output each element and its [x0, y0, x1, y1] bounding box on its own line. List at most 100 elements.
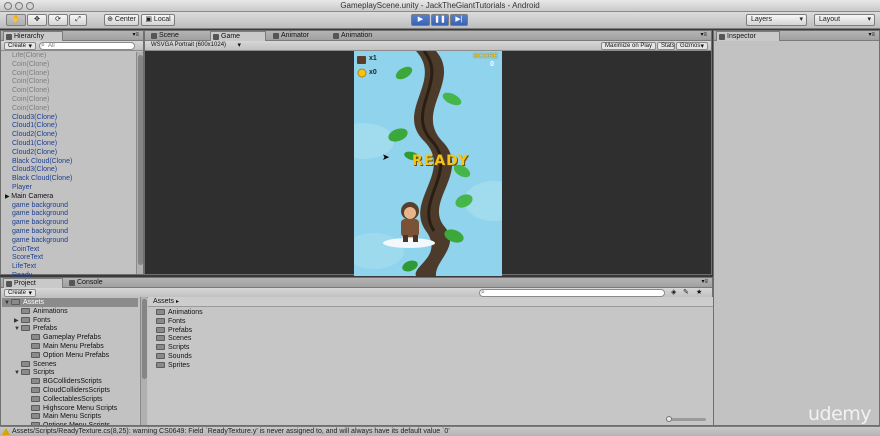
- hierarchy-item[interactable]: Coin(Clone): [1, 61, 137, 70]
- project-tree-scroll-thumb[interactable]: [142, 299, 147, 379]
- panel-menu-icon[interactable]: ▾≡: [701, 278, 708, 285]
- assets-pane: Assets ▸ Animations Fonts Prefabs Scenes Scr…: [148, 297, 713, 425]
- move-tool-button[interactable]: ✥: [27, 14, 47, 26]
- hierarchy-search-input[interactable]: All: [39, 42, 135, 50]
- step-button[interactable]: ▶|: [450, 14, 468, 26]
- asset-folder-item[interactable]: Scenes: [156, 334, 191, 343]
- hierarchy-item[interactable]: game background: [1, 210, 137, 219]
- project-folder-item[interactable]: Option Menu Prefabs: [24, 351, 109, 360]
- asset-folder-item[interactable]: Sprites: [156, 361, 190, 370]
- hierarchy-item[interactable]: Cloud3(Clone): [1, 166, 137, 175]
- asset-folder-item[interactable]: Prefabs: [156, 326, 192, 335]
- hierarchy-item[interactable]: Black Cloud(Clone): [1, 158, 137, 167]
- search-by-type-icon[interactable]: ◈: [671, 288, 676, 296]
- project-folder-item[interactable]: Main Menu Prefabs: [24, 342, 104, 351]
- hierarchy-item[interactable]: Coin(Clone): [1, 78, 137, 87]
- hierarchy-item[interactable]: Cloud3(Clone): [1, 114, 137, 123]
- hierarchy-scroll-thumb[interactable]: [138, 55, 143, 265]
- panel-menu-icon[interactable]: ▾≡: [132, 31, 139, 38]
- project-folder-item[interactable]: Highscore Menu Scripts: [24, 404, 117, 413]
- hierarchy-item[interactable]: Player: [1, 184, 137, 193]
- hierarchy-icon: [6, 34, 12, 40]
- hierarchy-scrollbar[interactable]: [136, 52, 143, 274]
- hierarchy-item[interactable]: ScoreText: [1, 254, 137, 263]
- rotate-tool-button[interactable]: ⟳: [48, 14, 68, 26]
- icon-size-slider[interactable]: [666, 416, 706, 422]
- game-screen[interactable]: x1 x0 SCORE 0 READY: [354, 51, 502, 276]
- project-folder-item[interactable]: Options Menu Scripts: [24, 421, 110, 425]
- maximize-on-play-toggle[interactable]: Maximize on Play: [601, 42, 656, 50]
- hierarchy-item[interactable]: CoinText: [1, 246, 137, 255]
- hierarchy-item[interactable]: Life(Clone): [1, 52, 137, 61]
- folder-icon: [21, 316, 30, 323]
- tab-console[interactable]: Console: [67, 278, 127, 288]
- folder-icon: [31, 387, 40, 393]
- hierarchy-item[interactable]: Coin(Clone): [1, 70, 137, 79]
- status-bar[interactable]: Assets/Scripts/ReadyTexture.cs(8,25): wa…: [0, 426, 880, 436]
- project-folder-item[interactable]: Main Menu Scripts: [24, 412, 101, 421]
- tab-animation[interactable]: Animation: [331, 31, 391, 41]
- expanded-arrow-icon[interactable]: ▼: [14, 369, 21, 378]
- hierarchy-item[interactable]: Cloud2(Clone): [1, 131, 137, 140]
- stats-toggle[interactable]: Stats: [657, 42, 675, 50]
- breadcrumb[interactable]: Assets: [153, 298, 174, 305]
- hierarchy-create-dropdown[interactable]: Create: [4, 42, 36, 50]
- expanded-arrow-icon[interactable]: ▼: [4, 299, 11, 308]
- tab-scene[interactable]: Scene: [149, 31, 201, 41]
- tab-project[interactable]: Project: [3, 278, 63, 288]
- hierarchy-item[interactable]: Cloud1(Clone): [1, 122, 137, 131]
- hierarchy-item[interactable]: ▶ Main Camera: [1, 193, 137, 202]
- project-folder-item[interactable]: Gameplay Prefabs: [24, 333, 101, 342]
- hierarchy-item[interactable]: Cloud2(Clone): [1, 149, 137, 158]
- folder-icon: [156, 344, 165, 351]
- project-folder-item[interactable]: CloudCollidersScripts: [24, 386, 110, 395]
- play-icon: ▶: [417, 16, 424, 23]
- layers-dropdown[interactable]: Layers: [746, 14, 807, 26]
- tab-game[interactable]: Game: [210, 31, 266, 41]
- project-create-dropdown[interactable]: Create: [4, 289, 36, 297]
- panel-menu-icon[interactable]: ▾≡: [700, 31, 707, 38]
- hierarchy-item[interactable]: Cloud1(Clone): [1, 140, 137, 149]
- project-folder-item[interactable]: Scenes: [14, 360, 56, 369]
- inspector-tabstrip: Inspector ▾≡: [714, 31, 879, 41]
- hierarchy-item[interactable]: Black Cloud(Clone): [1, 175, 137, 184]
- hierarchy-item[interactable]: Coin(Clone): [1, 96, 137, 105]
- tab-hierarchy[interactable]: Hierarchy: [3, 31, 63, 41]
- pivot-center-toggle[interactable]: ⊕ Center: [104, 14, 139, 26]
- hierarchy-item[interactable]: game background: [1, 237, 137, 246]
- hierarchy-item[interactable]: game background: [1, 202, 137, 211]
- asset-folder-item[interactable]: Sounds: [156, 352, 192, 361]
- expanded-arrow-icon[interactable]: ▼: [14, 325, 21, 334]
- folder-icon: [31, 422, 40, 425]
- tab-animator[interactable]: Animator: [271, 31, 327, 41]
- hierarchy-item[interactable]: game background: [1, 228, 137, 237]
- gizmos-dropdown[interactable]: Gizmos: [676, 42, 708, 50]
- console-icon: [69, 280, 75, 286]
- hierarchy-item[interactable]: game background: [1, 219, 137, 228]
- pause-button[interactable]: ❚❚: [431, 14, 449, 26]
- search-by-label-icon[interactable]: ✎: [683, 288, 689, 296]
- project-tree-scrollbar[interactable]: [140, 297, 147, 425]
- favorite-star-icon[interactable]: ★: [696, 288, 702, 296]
- project-folder-item[interactable]: CollectablesScripts: [24, 395, 103, 404]
- hierarchy-item[interactable]: LifeText: [1, 263, 137, 272]
- project-folder-item[interactable]: Animations: [14, 307, 68, 316]
- tab-inspector[interactable]: Inspector: [716, 31, 780, 41]
- hierarchy-item[interactable]: Coin(Clone): [1, 87, 137, 96]
- scale-tool-button[interactable]: ⤢: [69, 14, 87, 26]
- play-button[interactable]: ▶: [411, 14, 430, 26]
- layout-dropdown[interactable]: Layout: [814, 14, 875, 26]
- hierarchy-item[interactable]: Coin(Clone): [1, 105, 137, 114]
- resolution-dropdown[interactable]: WSVGA Portrait (600x1024): [148, 42, 244, 50]
- pivot-rotation-toggle[interactable]: ▣ Local: [141, 14, 175, 26]
- panel-menu-icon[interactable]: ▾≡: [868, 31, 875, 38]
- hand-tool-button[interactable]: ✋: [6, 14, 26, 26]
- asset-folder-item[interactable]: Fonts: [156, 317, 186, 326]
- asset-folder-item[interactable]: Animations: [156, 308, 203, 317]
- project-search-input[interactable]: [479, 289, 665, 297]
- asset-folder-item[interactable]: Scripts: [156, 343, 189, 352]
- project-folder-item[interactable]: BGCollidersScripts: [24, 377, 102, 386]
- game-view-subbar: WSVGA Portrait (600x1024) Maximize on Pl…: [145, 41, 711, 51]
- folder-icon: [31, 404, 40, 411]
- slider-knob[interactable]: [666, 416, 672, 422]
